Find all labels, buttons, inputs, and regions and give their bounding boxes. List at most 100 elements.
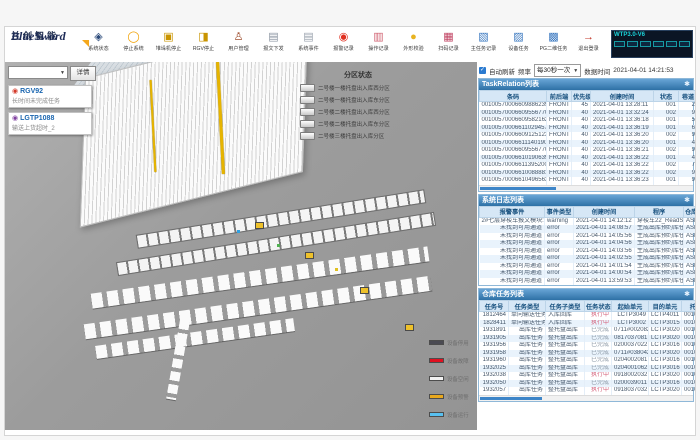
toolbar: BlueSword 兰剑智能 ◈ 系统状态 ◯ 停止系统 <box>5 27 695 63</box>
warehouse-3d-view[interactable]: ▼ 详情 ◉ RGV92 长时间未完成任务 <box>5 62 477 430</box>
table-row[interactable]: 1828411单向输送任务入库回库执行中LCTP3002LCTP30150010… <box>480 320 696 328</box>
table-row[interactable]: 未找到可用通道error2021-04-01 14:02:55生成出库预约库任务… <box>480 255 696 263</box>
table-row[interactable]: 未找到可用通道error2021-04-01 14:04:56生成出库预约库任务… <box>480 240 696 248</box>
toolbar-button[interactable]: ▩ PG二维任务 <box>536 30 571 53</box>
panel-settings-icon[interactable]: ✱ <box>684 289 690 300</box>
column-header[interactable]: 仓库编号 <box>684 206 696 217</box>
warehouse-task-table[interactable]: 任务号任务类型任务子类型任务状态起始单元目的单元托盘号1812464单向输送任务… <box>479 300 693 395</box>
zone-checkbox[interactable] <box>300 84 315 92</box>
task-relation-table[interactable]: 条码前后端优先级创建时间状态巷道楼层00100570006609886239FR… <box>479 90 693 185</box>
table-row[interactable]: 2#七层穿梭车报文模块:单边去货warning2021-04-01 14:12:… <box>480 217 696 225</box>
table-row[interactable]: 1931960出库任务整托盘出库已完成0204002081LCTP3016001… <box>480 357 696 365</box>
toolbar-button[interactable]: ▣ 堆垛机停止 <box>151 30 186 53</box>
table-row[interactable]: 1932038出库任务整托盘出库执行中0918002032LCTP3020001… <box>480 372 696 380</box>
column-header[interactable]: 状态 <box>654 91 679 102</box>
zone-checkbox[interactable] <box>300 96 315 104</box>
column-header[interactable]: 任务号 <box>480 301 509 312</box>
column-header[interactable]: 报警事件 <box>480 206 545 217</box>
device-filter-dropdown[interactable]: ▼ <box>8 66 68 79</box>
toolbar-button[interactable]: ◈ 系统状态 <box>81 30 116 53</box>
table-row[interactable]: 00100570006609556770FRONT402021-04-01 13… <box>480 110 696 118</box>
horizontal-scrollbar[interactable] <box>479 185 693 191</box>
column-header[interactable]: 条码 <box>480 91 547 102</box>
table-row[interactable]: 00100570006611140190FRONT402021-04-01 13… <box>480 140 696 148</box>
toolbar-button[interactable]: ▥ 操作记录 <box>361 30 396 53</box>
zone-option[interactable]: 二号楼一楼托盘出入库东分区 <box>300 95 416 104</box>
horizontal-scrollbar[interactable] <box>479 395 693 401</box>
column-header[interactable]: 目的单元 <box>649 301 682 312</box>
mini-monitor-panel[interactable]: WTP3.0-V6 <box>611 30 693 58</box>
zone-checkbox[interactable] <box>300 108 315 116</box>
table-row[interactable]: 00100570006610190639FRONT402021-04-01 13… <box>480 155 696 163</box>
toolbar-button[interactable]: ▤ 系统事件 <box>291 30 326 53</box>
column-header[interactable]: 优先级 <box>572 91 591 102</box>
table-row[interactable]: 00100570006609582162FRONT402021-04-01 13… <box>480 117 696 125</box>
table-row[interactable]: 1812464单向输送任务入库回库执行中LCTP3049LCTP40110010… <box>480 312 696 320</box>
column-header[interactable]: 事件类型 <box>545 206 574 217</box>
toolbar-button[interactable]: ◨ RGV停止 <box>186 30 221 53</box>
table-row[interactable]: 00100570006609886239FRONT452021-04-01 13… <box>480 102 696 110</box>
column-header[interactable]: 程序 <box>635 206 684 217</box>
table-row[interactable]: 1931958出库任务整托盘出库已完成0711#038042LCTP302000… <box>480 350 696 358</box>
toolbar-button[interactable]: ▦ 扫码记录 <box>431 30 466 53</box>
toolbar-button[interactable]: ◯ 停止系统 <box>116 30 151 53</box>
table-cell: 未找到可用通道 <box>480 270 545 278</box>
panel-settings-icon[interactable]: ✱ <box>684 79 690 90</box>
auto-refresh-checkbox[interactable]: ✓ <box>479 67 486 74</box>
column-header[interactable]: 任务子类型 <box>546 301 585 312</box>
column-header[interactable]: 起始单元 <box>612 301 649 312</box>
column-header[interactable]: 创建时间 <box>591 91 654 102</box>
table-row[interactable]: 00100570006611029457FRONT402021-04-01 13… <box>480 125 696 133</box>
table-row[interactable]: 1931891出库任务整托盘出库已完成0711#002082LCTP302000… <box>480 327 696 335</box>
zone-checkbox[interactable] <box>300 120 315 128</box>
toolbar-button[interactable]: ◉ 报警记录 <box>326 30 361 53</box>
column-header[interactable]: 任务状态 <box>585 301 612 312</box>
column-header[interactable]: 前后端 <box>547 91 572 102</box>
details-button[interactable]: 详情 <box>70 66 96 81</box>
table-row[interactable]: 00100570006611395200FRONT402021-04-01 13… <box>480 162 696 170</box>
toolbar-button-label: 停止系统 <box>119 44 149 52</box>
table-row[interactable]: 1932050出库任务整托盘出库已完成0200039011LCTP3016001… <box>480 380 696 388</box>
table-row[interactable]: 1931905出库任务整托盘出库已完成0817037081LCTP3020001… <box>480 335 696 343</box>
table-row[interactable]: 1932057出库任务整托盘出库执行中0918037032LCTP3020001… <box>480 387 696 395</box>
table-cell: 出库任务 <box>509 327 546 335</box>
scrollbar-thumb[interactable] <box>480 187 556 190</box>
column-header[interactable]: 巷道 <box>679 91 696 102</box>
column-header[interactable]: 托盘号 <box>682 301 696 312</box>
zone-option[interactable]: 二号楼一楼托盘出入库西分区 <box>300 83 416 92</box>
table-cell: 生成出库预约库任务调度 <box>635 278 684 286</box>
zone-checkbox[interactable] <box>300 132 315 140</box>
toolbar-button[interactable]: → 退出登录 <box>571 30 606 53</box>
table-row[interactable]: 00100570006609125123FRONT402021-04-01 13… <box>480 132 696 140</box>
table-row[interactable]: 1931956出库任务整托盘出库已完成0200037022LCTP3016001… <box>480 342 696 350</box>
toolbar-button[interactable]: ▨ 设备任务 <box>501 30 536 53</box>
table-row[interactable]: 未找到可用通道error2021-04-01 14:01:54生成出库预约库任务… <box>480 263 696 271</box>
system-log-table[interactable]: 报警事件事件类型创建时间程序仓库编号2#七层穿梭车报文模块:单边去货warnin… <box>479 206 693 286</box>
toolbar-button[interactable]: ● 外形校验 <box>396 30 431 53</box>
table-row[interactable]: 未找到可用通道error2021-04-01 13:59:53生成出库预约库任务… <box>480 278 696 286</box>
panel-settings-icon[interactable]: ✱ <box>684 195 690 206</box>
table-row[interactable]: 00100570006610088881FRONT402021-04-01 13… <box>480 170 696 178</box>
table-row[interactable]: 未找到可用通道error2021-04-01 14:05:56生成出库预约库任务… <box>480 233 696 241</box>
zone-option[interactable]: 二号楼二楼托盘出入库东分区 <box>300 119 416 128</box>
toolbar-button[interactable]: ♙ 用户管理 <box>221 30 256 53</box>
table-row[interactable]: 未找到可用通道error2021-04-01 14:00:54生成出库预约库任务… <box>480 270 696 278</box>
table-row[interactable]: 未找到可用通道error2021-04-01 14:08:57生成出库预约库任务… <box>480 225 696 233</box>
column-header[interactable]: 任务类型 <box>509 301 546 312</box>
alert-card[interactable]: ◉ RGV92 长时间未完成任务 <box>8 85 92 108</box>
table-row[interactable]: 00100570006609556770FRONT402021-04-01 13… <box>480 147 696 155</box>
table-cell: 9 <box>679 110 696 118</box>
freq-select[interactable]: 每30秒一次 ▼ <box>534 64 581 77</box>
alert-card[interactable]: ◉ LGTP1088 输送上货超时_2 <box>8 112 92 135</box>
toolbar-button[interactable]: ▤ 报文下发 <box>256 30 291 53</box>
toolbar-button[interactable]: ▧ 主任务记录 <box>466 30 501 53</box>
table-cell: 生成出库预约库任务调度 <box>635 233 684 241</box>
zone-option[interactable]: 二号楼三楼托盘出入库分区 <box>300 131 416 140</box>
table-row[interactable]: 00100570006610496563FRONT402021-04-01 13… <box>480 177 696 185</box>
column-header[interactable]: 创建时间 <box>574 206 635 217</box>
scrollbar-thumb[interactable] <box>480 397 542 400</box>
table-row[interactable]: 1932025出库任务整托盘出库已完成0204001062LCTP3016001… <box>480 365 696 373</box>
table-cell: 整托盘出库 <box>546 335 585 343</box>
table-row[interactable]: 未找到可用通道error2021-04-01 14:03:56生成出库预约库任务… <box>480 248 696 256</box>
zone-option[interactable]: 二号楼二楼托盘出入库西分区 <box>300 107 416 116</box>
